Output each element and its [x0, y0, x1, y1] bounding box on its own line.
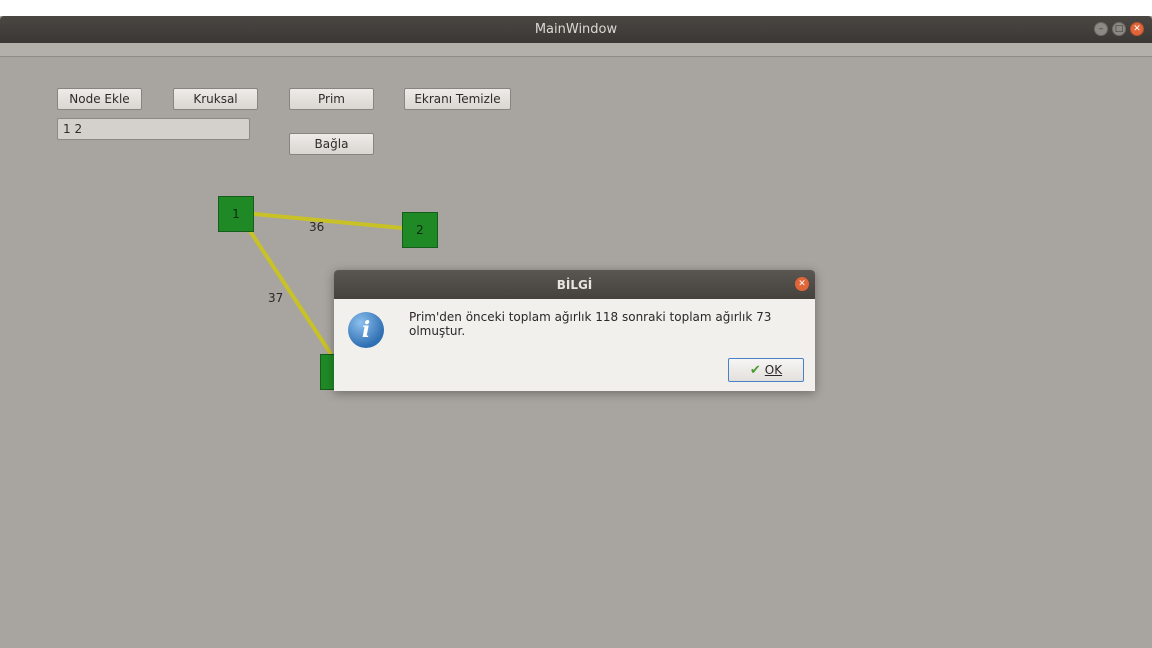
graph-node-2[interactable]: 2 — [402, 212, 438, 248]
edge-weight-label: 37 — [268, 291, 284, 305]
info-dialog: BİLGİ ✕ i Prim'den önceki toplam ağırlık… — [334, 270, 815, 391]
close-icon[interactable]: ✕ — [795, 277, 809, 291]
info-icon: i — [348, 312, 384, 348]
dialog-title-bar[interactable]: BİLGİ ✕ — [334, 270, 815, 299]
dialog-message: Prim'den önceki toplam ağırlık 118 sonra… — [409, 310, 772, 338]
graph-node-1[interactable]: 1 — [218, 196, 254, 232]
ok-label: OK — [764, 363, 783, 377]
edge-1-2 — [253, 212, 403, 230]
edge-1-3 — [246, 226, 333, 356]
edge-weight-label: 36 — [309, 220, 325, 234]
dialog-title: BİLGİ — [556, 277, 593, 292]
ok-button[interactable]: ✔ OK — [728, 358, 804, 382]
check-icon: ✔ — [749, 362, 761, 378]
